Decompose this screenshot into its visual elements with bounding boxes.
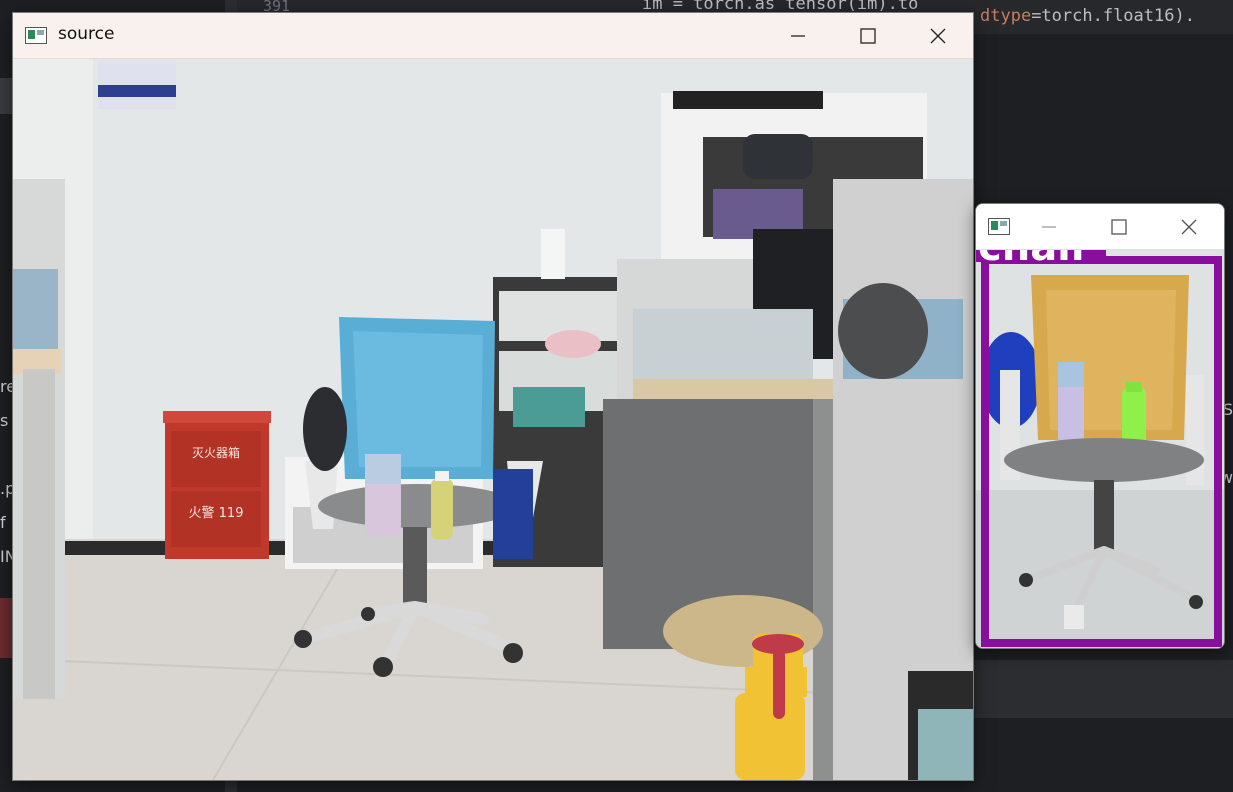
minimize-button[interactable] [1014,204,1084,249]
camera-frame: 灭火器箱 火警 119 [13,59,973,780]
close-button[interactable] [903,13,973,58]
detection-frame: chair [976,250,1224,648]
detection-feed: chair [976,250,1224,648]
maximize-icon [860,27,876,44]
blue-bag [493,469,533,559]
close-icon [930,28,946,43]
source-titlebar[interactable]: source [13,13,973,59]
code-keyword: dtype [980,6,1032,26]
sidebar-strip [0,78,12,114]
minimize-button[interactable] [763,13,833,58]
close-button[interactable] [1154,204,1224,249]
minimize-icon [791,34,805,37]
app-window-icon [988,218,1010,235]
detection-titlebar[interactable] [976,204,1224,250]
ide-panel [972,660,1233,718]
fire-extinguisher-box: 灭火器箱 火警 119 [163,411,271,559]
source-window[interactable]: source 灭火器箱 火警 119 [12,12,974,781]
maximize-icon [1111,218,1127,235]
camera-feed: 灭火器箱 火警 119 [13,59,973,780]
maximize-button[interactable] [1084,204,1154,249]
code-fragment-right: dtype=torch.float16). [980,0,1195,32]
window-title: source [58,24,115,44]
minimize-icon [1042,225,1056,228]
code-rest: =torch.float16). [1031,6,1195,26]
box-label-1: 灭火器箱 [192,445,240,460]
detection-window[interactable]: chair [975,203,1225,649]
close-icon [1181,219,1197,234]
detection-label: chair [978,250,1091,270]
box-label-2: 火警 119 [189,505,244,521]
maximize-button[interactable] [833,13,903,58]
app-window-icon [25,27,47,44]
